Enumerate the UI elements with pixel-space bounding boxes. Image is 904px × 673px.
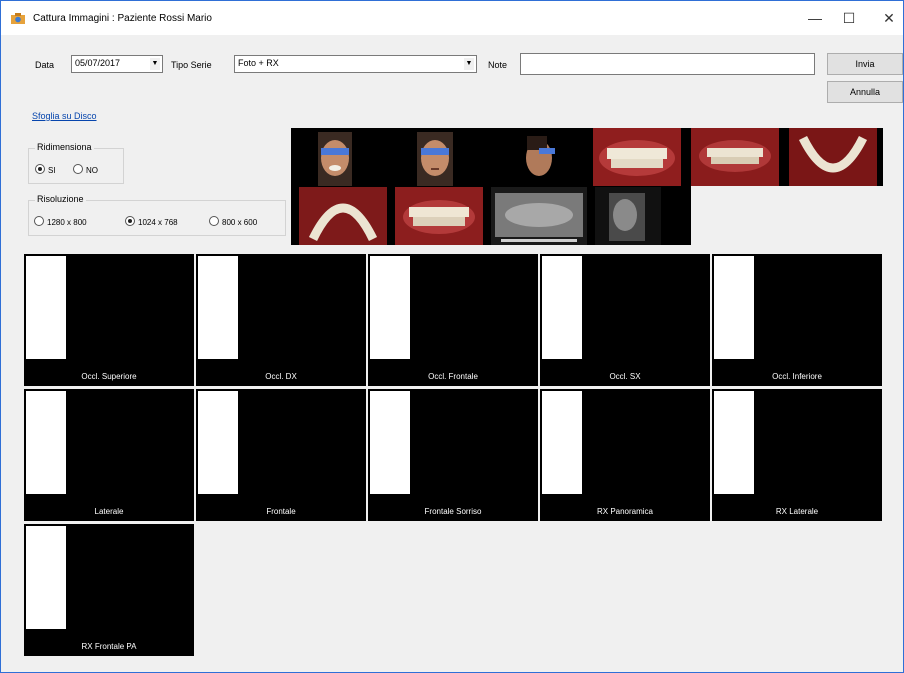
image-slot[interactable]: RX Frontale PA (24, 524, 194, 656)
resolution-800-label: 800 x 600 (222, 218, 258, 227)
resolution-group: Risoluzione 1280 x 800 1024 x 768 800 x … (28, 194, 286, 236)
image-slot[interactable]: Occl. Frontale (368, 254, 538, 386)
camera-app-icon (11, 13, 25, 24)
slot-placeholder (370, 391, 410, 494)
window-title: Cattura Immagini : Paziente Rossi Mario (33, 13, 212, 24)
resize-legend: Ridimensiona (35, 142, 94, 152)
slot-label: Occl. Inferiore (772, 372, 822, 381)
thumbnail-occlusal-right[interactable] (691, 128, 779, 186)
slot-label: RX Laterale (775, 507, 819, 516)
date-value: 05/07/2017 (75, 58, 121, 68)
cancel-button[interactable]: Annulla (827, 81, 903, 103)
capture-window: Cattura Immagini : Paziente Rossi Mario … (0, 0, 904, 673)
resolution-1280-label: 1280 x 800 (47, 218, 87, 227)
close-button[interactable]: ✕ (867, 1, 904, 35)
note-input[interactable] (520, 53, 815, 75)
radio-empty-icon (73, 164, 83, 174)
resolution-1024-label: 1024 x 768 (138, 218, 178, 227)
thumbnail-occlusal-left[interactable] (395, 187, 483, 245)
resolution-800-radio[interactable]: 800 x 600 (209, 216, 257, 227)
image-slot[interactable]: Laterale (24, 389, 194, 521)
radio-selected-icon (125, 216, 135, 226)
image-slot[interactable]: Frontale (196, 389, 366, 521)
thumbnail-occlusal-frontal[interactable] (593, 128, 681, 186)
thumbnail-occlusal-upper[interactable] (299, 187, 387, 245)
browse-disk-link[interactable]: Sfoglia su Disco (32, 111, 97, 121)
series-label: Tipo Serie (171, 60, 212, 70)
thumbnail-frontal[interactable] (395, 128, 483, 186)
thumbnail-panoramic-xray[interactable] (491, 187, 587, 245)
image-slot[interactable]: Frontale Sorriso (368, 389, 538, 521)
radio-empty-icon (209, 216, 219, 226)
slot-placeholder (542, 391, 582, 494)
date-label: Data (35, 60, 55, 70)
note-label: Note (488, 60, 508, 70)
slot-placeholder (370, 256, 410, 359)
resolution-1280-radio[interactable]: 1280 x 800 (34, 216, 87, 227)
thumbnail-strip (291, 128, 883, 245)
thumbnail-lateral-xray[interactable] (595, 187, 661, 245)
slot-label: Occl. DX (265, 372, 297, 381)
resize-no-radio[interactable]: NO (73, 164, 98, 175)
send-button[interactable]: Invia (827, 53, 903, 75)
slot-label: RX Frontale PA (81, 642, 137, 651)
radio-selected-icon (35, 164, 45, 174)
thumbnail-frontal-smile[interactable] (291, 128, 379, 186)
resize-yes-label: SI (48, 166, 56, 175)
slot-placeholder (26, 256, 66, 359)
maximize-button[interactable]: ☐ (827, 1, 871, 35)
thumbnail-occlusal-lower[interactable] (789, 128, 877, 186)
resolution-legend: Risoluzione (35, 194, 86, 204)
resize-no-label: NO (86, 166, 98, 175)
slot-placeholder (714, 391, 754, 494)
image-slot[interactable]: RX Laterale (712, 389, 882, 521)
slot-label: Frontale Sorriso (424, 507, 482, 516)
slot-placeholder (26, 526, 66, 629)
resolution-1024-radio[interactable]: 1024 x 768 (125, 216, 178, 227)
date-picker[interactable]: 05/07/2017 ▼ (71, 55, 163, 73)
image-slot[interactable]: Occl. Inferiore (712, 254, 882, 386)
image-slot[interactable]: RX Panoramica (540, 389, 710, 521)
title-bar: Cattura Immagini : Paziente Rossi Mario … (1, 1, 903, 35)
image-slot[interactable]: Occl. Superiore (24, 254, 194, 386)
slot-label: RX Panoramica (596, 507, 654, 516)
image-slot[interactable]: Occl. SX (540, 254, 710, 386)
series-value: Foto + RX (238, 58, 279, 68)
resize-yes-radio[interactable]: SI (35, 164, 56, 175)
slot-label: Frontale (266, 507, 296, 516)
thumbnail-lateral[interactable] (491, 128, 579, 186)
slot-placeholder (26, 391, 66, 494)
slot-placeholder (542, 256, 582, 359)
series-select[interactable]: Foto + RX ▼ (234, 55, 477, 73)
slot-placeholder (198, 256, 238, 359)
slot-placeholder (714, 256, 754, 359)
image-slot[interactable]: Occl. DX (196, 254, 366, 386)
chevron-down-icon: ▼ (150, 58, 160, 70)
slot-label: Laterale (94, 507, 124, 516)
slot-placeholder (198, 391, 238, 494)
slot-label: Occl. SX (609, 372, 641, 381)
radio-empty-icon (34, 216, 44, 226)
slot-label: Occl. Superiore (81, 372, 137, 381)
chevron-down-icon: ▼ (464, 58, 474, 70)
resize-group: Ridimensiona SI NO (28, 142, 124, 184)
slot-label: Occl. Frontale (428, 372, 478, 381)
